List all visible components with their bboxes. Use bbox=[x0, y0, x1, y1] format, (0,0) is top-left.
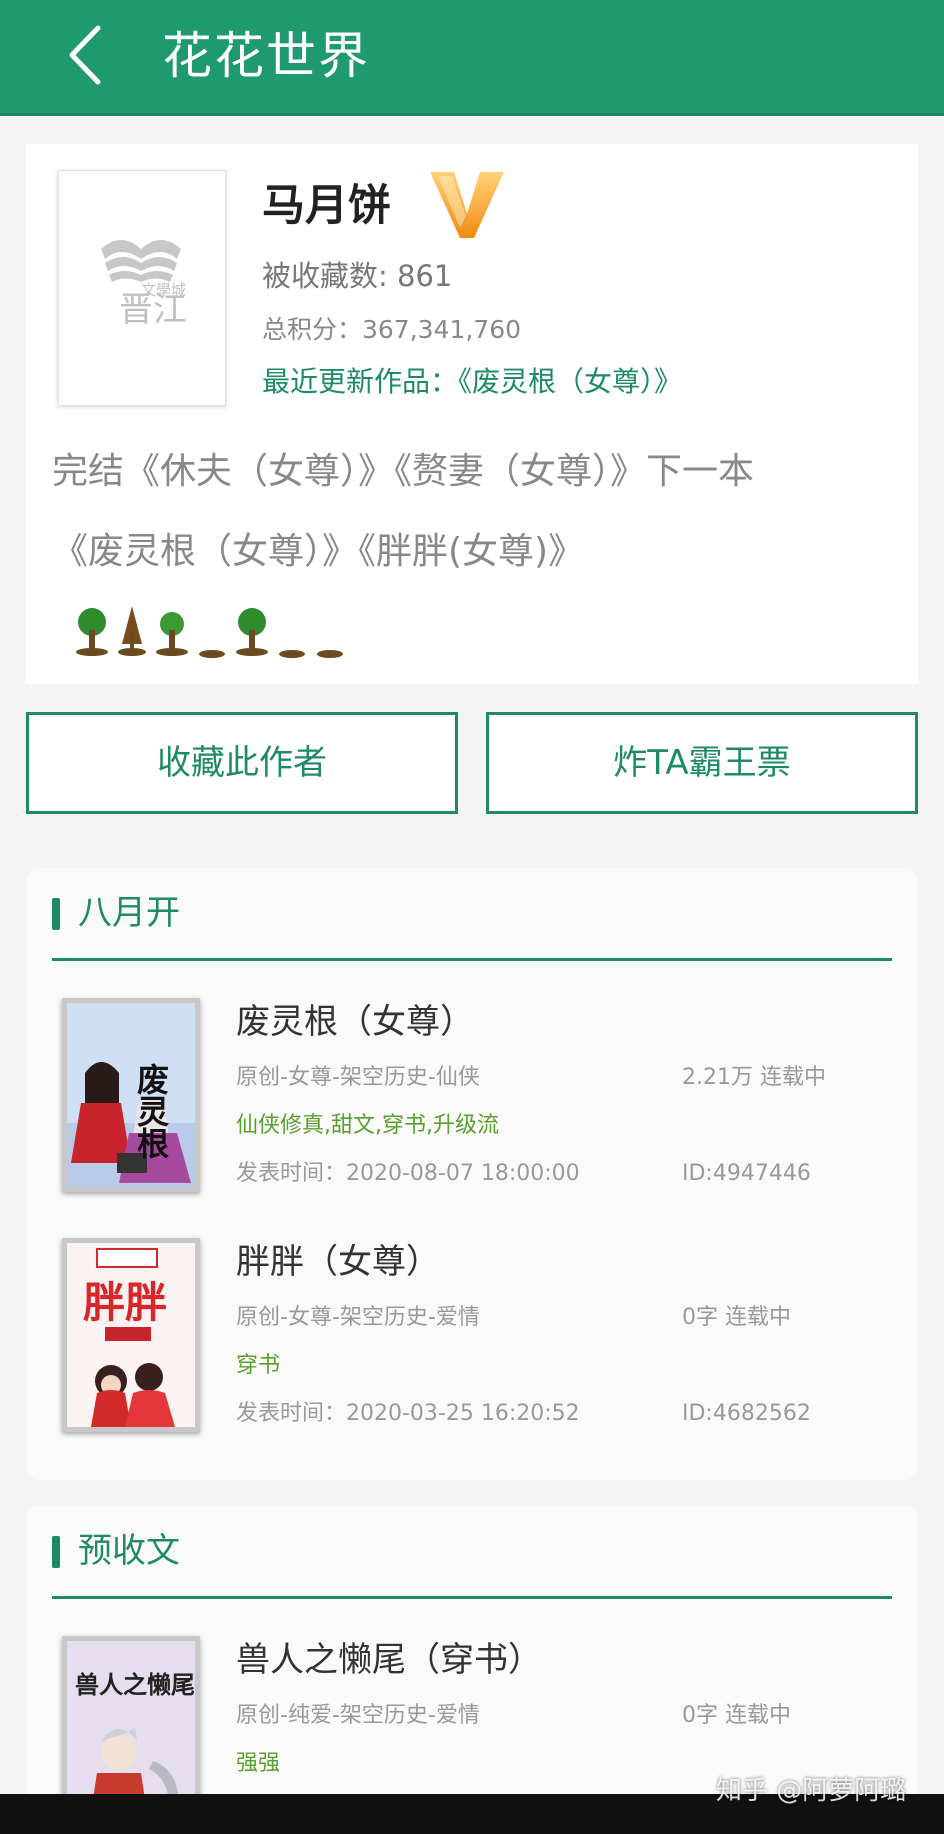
section-title: 预收文 bbox=[78, 1531, 180, 1571]
book-cover-art: 废灵根 bbox=[67, 1003, 195, 1187]
book-title[interactable]: 兽人之懒尾（穿书） bbox=[236, 1636, 542, 1684]
book-genre: 原创-女尊-架空历史-爱情 bbox=[236, 1305, 480, 1330]
author-profile-card: 晋江 文學城 马月饼 被收藏数: 861 总积分：367,341,760 最近更… bbox=[26, 144, 918, 684]
section-divider bbox=[52, 1596, 892, 1599]
author-avatar[interactable]: 晋江 文學城 bbox=[58, 170, 226, 406]
book-tags: 仙侠修真,甜文,穿书,升级流 bbox=[236, 1113, 499, 1138]
svg-text:文學城: 文學城 bbox=[141, 281, 186, 299]
vip-badge-icon bbox=[430, 172, 504, 238]
book-stats: 0字 连载中 bbox=[682, 1305, 791, 1330]
book-item[interactable]: 废灵根 废灵根（女尊） 原创-女尊-架空历史-仙侠 2.21万 连载中 仙侠修真… bbox=[26, 980, 918, 1220]
book-item[interactable]: 胖胖 胖胖（女尊） 原创-女尊-架空历史-爱情 0字 连载中 穿书 发表时间：2… bbox=[26, 1220, 918, 1460]
cover-title: 胖胖 bbox=[83, 1278, 167, 1327]
follow-author-button[interactable]: 收藏此作者 bbox=[26, 712, 458, 814]
section-title: 八月开 bbox=[78, 893, 180, 933]
book-stats: 0字 连载中 bbox=[682, 1703, 791, 1728]
section-marker bbox=[52, 1536, 60, 1568]
book-tags: 穿书 bbox=[236, 1353, 281, 1378]
author-name: 马月饼 bbox=[262, 181, 391, 231]
book-title[interactable]: 废灵根（女尊） bbox=[236, 998, 474, 1046]
top-app-bar: 花花世界 bbox=[0, 0, 944, 116]
works-section: 八月开 废灵根 废灵根（女尊） 原创-女尊-架空历史-仙侠 2.21万 连载中 … bbox=[26, 868, 918, 1480]
book-tags: 强强 bbox=[236, 1751, 281, 1776]
cover-title: 兽人之懒尾 bbox=[75, 1670, 195, 1699]
book-id: ID:4947446 bbox=[682, 1161, 811, 1186]
rank-trees-icon bbox=[76, 606, 343, 658]
total-score: 总积分：367,341,760 bbox=[262, 315, 522, 344]
book-publish-date: 发表时间：2020-03-25 16:20:52 bbox=[236, 1401, 580, 1426]
book-cover[interactable]: 废灵根 bbox=[62, 998, 200, 1192]
book-genre: 原创-纯爱-架空历史-爱情 bbox=[236, 1703, 480, 1728]
section-marker bbox=[52, 898, 60, 930]
recent-work-link[interactable]: 最近更新作品：《废灵根（女尊）》 bbox=[262, 362, 682, 402]
book-genre: 原创-女尊-架空历史-仙侠 bbox=[236, 1065, 480, 1090]
jjwxc-logo-icon: 晋江 文學城 bbox=[101, 240, 187, 330]
book-title[interactable]: 胖胖（女尊） bbox=[236, 1238, 440, 1286]
page-title: 花花世界 bbox=[162, 27, 370, 85]
book-cover[interactable]: 胖胖 bbox=[62, 1238, 200, 1432]
watermark-text: 知乎 @阿萝阿璐 bbox=[716, 1776, 907, 1806]
bomb-ticket-button[interactable]: 炸TA霸王票 bbox=[486, 712, 918, 814]
book-stats: 2.21万 连载中 bbox=[682, 1065, 826, 1090]
book-id: ID:4682562 bbox=[682, 1401, 811, 1426]
favorite-count: 被收藏数: 861 bbox=[262, 259, 453, 293]
book-publish-date: 发表时间：2020-08-07 18:00:00 bbox=[236, 1161, 580, 1186]
cover-title: 废灵根 bbox=[132, 1063, 170, 1160]
author-intro-line: 完结《休夫（女尊）》《赘妻（女尊）》下一本 bbox=[52, 451, 755, 492]
author-intro-line: 《废灵根（女尊）》《胖胖(女尊)》 bbox=[52, 531, 585, 572]
back-arrow-icon[interactable] bbox=[62, 22, 112, 88]
book-cover-art: 胖胖 bbox=[67, 1243, 195, 1427]
section-divider bbox=[52, 958, 892, 961]
